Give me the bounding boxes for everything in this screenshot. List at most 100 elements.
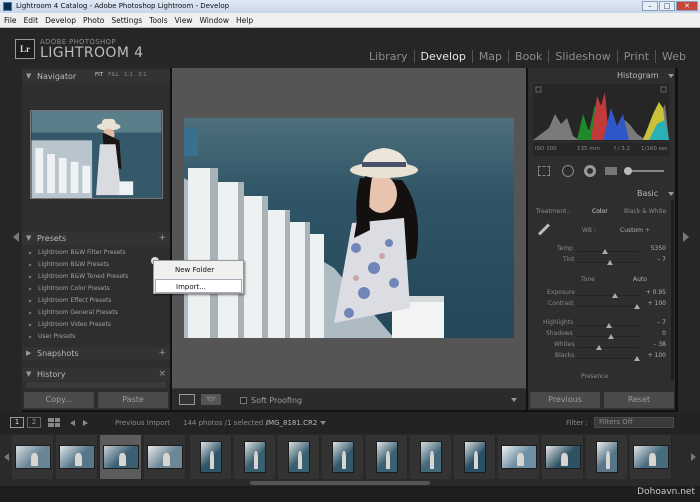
snapshots-header[interactable]: ▶ Snapshots +	[22, 347, 170, 360]
filmstrip-cell[interactable]	[454, 435, 496, 479]
preset-folder[interactable]: Lightroom B&W Filter Presets	[29, 249, 126, 256]
module-map[interactable]: Map	[471, 50, 508, 63]
history-list[interactable]	[26, 382, 166, 388]
shadows-value[interactable]: 0	[636, 330, 666, 337]
filmstrip-source[interactable]: Previous Import	[115, 419, 170, 427]
navigator-preview[interactable]	[30, 110, 163, 199]
preset-folder[interactable]: Lightroom B&W Presets	[29, 261, 109, 268]
filmstrip-cell[interactable]	[144, 435, 186, 479]
right-panel-scrollbar[interactable]	[671, 200, 674, 380]
collapse-triangle-icon[interactable]	[668, 74, 674, 78]
filmstrip-thumbnail[interactable]	[545, 445, 581, 469]
close-button[interactable]: ✕	[676, 1, 698, 11]
filmstrip-cell[interactable]	[278, 435, 320, 479]
history-header[interactable]: ▼ History ×	[22, 368, 170, 381]
slider-knob[interactable]	[607, 260, 613, 265]
menu-item-new-folder[interactable]: New Folder	[155, 263, 242, 277]
filmstrip-cell[interactable]	[498, 435, 540, 479]
wb-select[interactable]: Custom ÷	[620, 227, 650, 234]
treatment-color[interactable]: Color	[592, 208, 608, 215]
module-slideshow[interactable]: Slideshow	[548, 50, 616, 63]
highlights-slider[interactable]	[578, 323, 638, 328]
reset-button[interactable]: Reset	[604, 392, 674, 408]
filmstrip-thumbnail[interactable]	[464, 441, 486, 473]
filmstrip-thumbnail[interactable]	[420, 441, 442, 473]
temp-slider[interactable]	[578, 249, 638, 254]
blacks-value[interactable]: + 100	[636, 352, 666, 359]
filmstrip-thumbnail[interactable]	[288, 441, 310, 473]
graduated-filter-icon[interactable]	[605, 167, 617, 175]
filmstrip-cell[interactable]	[586, 435, 628, 479]
main-photo[interactable]	[184, 118, 514, 338]
tint-slider[interactable]	[578, 260, 638, 265]
histogram-title[interactable]: Histogram	[617, 71, 659, 80]
filmstrip-cell[interactable]	[234, 435, 276, 479]
menu-view[interactable]: View	[175, 16, 193, 25]
filmstrip-cell[interactable]	[542, 435, 584, 479]
window-2-button[interactable]: 2	[27, 417, 41, 428]
red-eye-icon[interactable]	[584, 165, 596, 177]
soft-proofing-checkbox[interactable]	[240, 397, 247, 404]
slider-knob[interactable]	[612, 293, 618, 298]
preset-folder[interactable]: Lightroom Color Presets	[29, 285, 110, 292]
treatment-bw[interactable]: Black & White	[624, 208, 666, 215]
toolbar-menu-icon[interactable]	[511, 398, 517, 402]
add-snapshot-icon[interactable]: +	[158, 347, 166, 360]
preset-folder[interactable]: Lightroom Video Presets	[29, 321, 111, 328]
temp-value[interactable]: 5350	[636, 245, 666, 252]
slider-knob[interactable]	[602, 249, 608, 254]
add-preset-icon[interactable]: +	[158, 232, 166, 245]
minimize-button[interactable]: –	[642, 1, 658, 11]
filmstrip-cell[interactable]	[366, 435, 408, 479]
filmstrip-cell[interactable]	[322, 435, 364, 479]
zoom-fit[interactable]: FIT	[95, 72, 103, 78]
blacks-slider[interactable]	[578, 356, 640, 361]
paste-button[interactable]: Paste	[98, 392, 168, 408]
menu-develop[interactable]: Develop	[45, 16, 76, 25]
spot-removal-icon[interactable]	[562, 165, 574, 177]
slider-knob[interactable]	[608, 334, 614, 339]
zoom-1-1[interactable]: 1:1	[124, 72, 133, 78]
tint-value[interactable]: – 7	[636, 256, 666, 263]
loupe-view-icon[interactable]	[179, 394, 195, 405]
forward-arrow-icon[interactable]	[83, 420, 88, 426]
maximize-button[interactable]: □	[659, 1, 675, 11]
preset-folder[interactable]: Lightroom Effect Presets	[29, 297, 111, 304]
filmstrip-cell[interactable]	[56, 435, 98, 479]
filmstrip-cell[interactable]	[410, 435, 452, 479]
menu-tools[interactable]: Tools	[149, 16, 167, 25]
filmstrip-thumbnail[interactable]	[103, 445, 139, 469]
filmstrip-thumbnail[interactable]	[244, 441, 266, 473]
filmstrip-thumbnail[interactable]	[332, 441, 354, 473]
menu-help[interactable]: Help	[236, 16, 253, 25]
exposure-value[interactable]: + 0.95	[636, 289, 666, 296]
clear-history-icon[interactable]: ×	[158, 368, 166, 381]
filmstrip-thumbnail[interactable]	[596, 441, 618, 473]
preset-folder[interactable]: Lightroom General Presets	[29, 309, 118, 316]
filmstrip-cell[interactable]	[190, 435, 232, 479]
exposure-slider[interactable]	[578, 293, 638, 298]
module-print[interactable]: Print	[616, 50, 655, 63]
tone-auto-button[interactable]: Auto	[633, 276, 647, 283]
back-arrow-icon[interactable]	[70, 420, 75, 426]
filmstrip-cell[interactable]	[630, 435, 672, 479]
grid-view-icon[interactable]	[48, 418, 60, 427]
menu-file[interactable]: File	[4, 16, 17, 25]
menu-window[interactable]: Window	[199, 16, 229, 25]
filmstrip-thumbnail[interactable]	[633, 445, 669, 469]
basic-title[interactable]: Basic	[637, 189, 658, 198]
filmstrip-cell[interactable]	[12, 435, 54, 479]
filmstrip-thumbnail[interactable]	[147, 445, 183, 469]
filmstrip-thumbnail[interactable]	[501, 445, 537, 469]
filmstrip-thumbnail[interactable]	[15, 445, 51, 469]
highlights-value[interactable]: – 7	[636, 319, 666, 326]
menu-settings[interactable]: Settings	[111, 16, 142, 25]
preset-folder[interactable]: Lightroom B&W Toned Presets	[29, 273, 128, 280]
before-after-icon[interactable]: Y|Y	[201, 394, 221, 405]
shadows-slider[interactable]	[578, 334, 638, 339]
copy-button[interactable]: Copy...	[24, 392, 94, 408]
contrast-value[interactable]: + 100	[636, 300, 666, 307]
module-library[interactable]: Library	[363, 50, 413, 63]
module-web[interactable]: Web	[655, 50, 692, 63]
window-1-button[interactable]: 1	[10, 417, 24, 428]
